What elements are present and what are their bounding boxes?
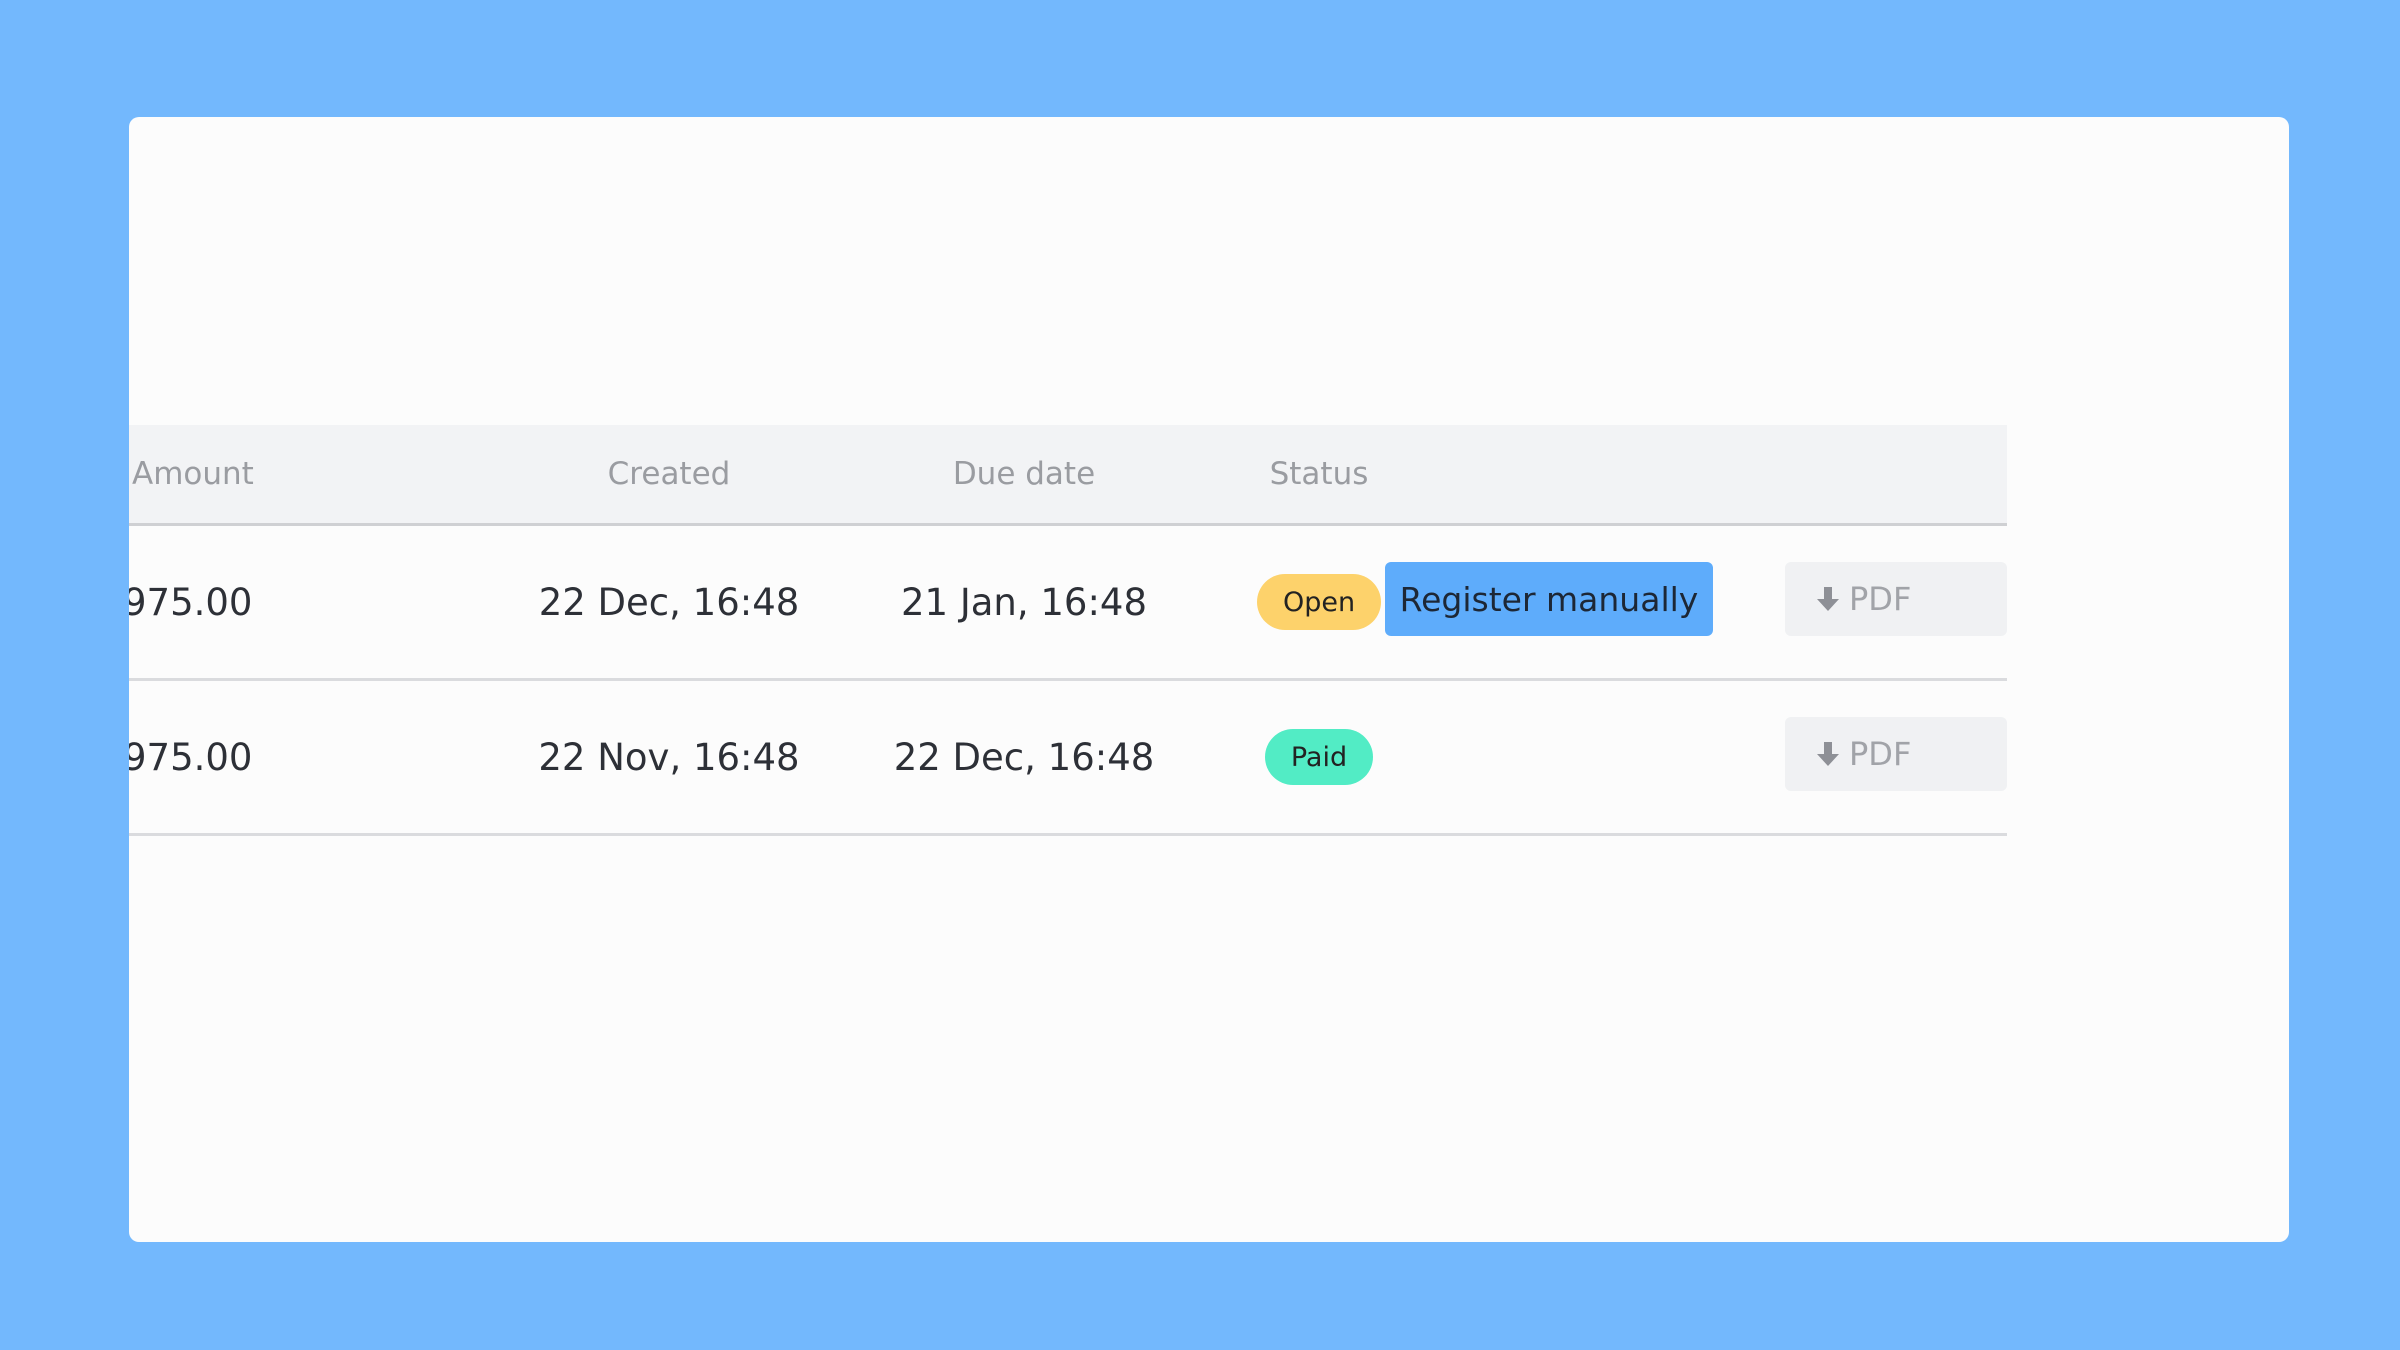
column-header-amount[interactable]: Amount: [132, 425, 254, 523]
column-header-due-date[interactable]: Due date: [864, 425, 1184, 523]
pdf-label: PDF: [1849, 580, 1912, 618]
download-arrow-icon: [1815, 740, 1841, 768]
register-manually-button[interactable]: Register manually: [1385, 562, 1713, 636]
due-date-cell: 22 Dec, 16:48: [893, 735, 1155, 779]
download-pdf-button[interactable]: PDF: [1785, 562, 2007, 636]
amount-cell: 975.00: [129, 580, 253, 624]
status-badge-paid: Paid: [1264, 729, 1374, 785]
status-badge-open: Open: [1256, 574, 1382, 630]
amount-cell: 975.00: [129, 735, 253, 779]
pdf-label: PDF: [1849, 735, 1912, 773]
table-header: Amount Created Due date Status: [129, 425, 2007, 526]
invoice-table: Amount Created Due date Status 975.00 22…: [129, 425, 2007, 836]
download-arrow-icon: [1815, 585, 1841, 613]
download-pdf-button[interactable]: PDF: [1785, 717, 2007, 791]
column-header-created[interactable]: Created: [509, 425, 829, 523]
table-row: 975.00 22 Dec, 16:48 21 Jan, 16:48 Open …: [129, 526, 2007, 681]
created-cell: 22 Nov, 16:48: [538, 735, 800, 779]
status-cell: Paid: [1189, 681, 1449, 833]
invoice-card: Amount Created Due date Status 975.00 22…: [129, 117, 2289, 1242]
table-row: 975.00 22 Nov, 16:48 22 Dec, 16:48 Paid …: [129, 681, 2007, 836]
due-date-cell: 21 Jan, 16:48: [900, 580, 1148, 624]
column-header-status[interactable]: Status: [1189, 425, 1449, 523]
created-cell: 22 Dec, 16:48: [538, 580, 800, 624]
